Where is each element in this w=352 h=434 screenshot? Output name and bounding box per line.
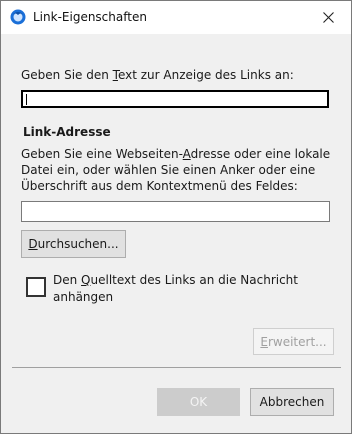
source-checkbox[interactable] — [26, 277, 46, 297]
cancel-button[interactable]: Abbrechen — [250, 388, 334, 416]
browse-button[interactable]: Durchsuchen... — [21, 230, 126, 258]
close-button[interactable] — [305, 1, 351, 34]
close-icon — [322, 12, 334, 23]
source-checkbox-label-line2: anhängen — [53, 290, 114, 304]
title-bar[interactable]: Link-Eigenschaften — [1, 1, 351, 34]
link-address-heading: Link-Adresse — [23, 125, 111, 139]
dialog-content: Geben Sie den Text zur Anzeige des Links… — [1, 34, 351, 433]
thunderbird-app-icon — [10, 9, 26, 25]
window-title: Link-Eigenschaften — [33, 10, 147, 24]
ok-button[interactable]: OK — [157, 388, 240, 416]
advanced-button[interactable]: Erweitert... — [253, 328, 334, 355]
dialog-separator — [12, 367, 341, 368]
link-address-description-line3: Überschrift aus dem Kontextmenü des Feld… — [21, 179, 298, 193]
source-checkbox-label-line1: Den Quelltext des Links an die Nachricht — [53, 273, 298, 287]
link-address-description-line2: Datei ein, oder wählen Sie einen Anker o… — [21, 163, 316, 177]
link-address-input[interactable] — [21, 201, 330, 222]
link-text-label: Geben Sie den Text zur Anzeige des Links… — [21, 68, 294, 82]
link-address-description-line1: Geben Sie eine Webseiten-Adresse oder ei… — [21, 147, 331, 161]
link-properties-dialog: Link-Eigenschaften Geben Sie den Text zu… — [0, 0, 352, 434]
link-text-input[interactable] — [21, 90, 329, 108]
